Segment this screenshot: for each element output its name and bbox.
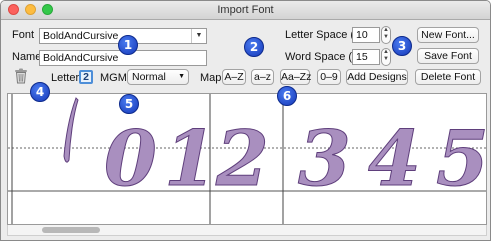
chevron-down-icon: ▼ [191, 29, 206, 43]
stepper-up-icon: ▲ [383, 49, 389, 55]
letter-space-stepper[interactable]: ▲ ▼ [381, 26, 391, 44]
window-title: Import Font [217, 4, 274, 16]
letter-input[interactable]: 2 [79, 70, 93, 84]
trash-icon[interactable] [14, 68, 28, 84]
mgm-select[interactable]: Normal ▼ [127, 69, 189, 85]
map-aa-zz-button[interactable]: Aa–Zz [280, 69, 311, 85]
new-font-button[interactable]: New Font... [417, 27, 479, 43]
map-label: Map: [200, 72, 225, 84]
stepper-up-icon: ▲ [383, 27, 389, 33]
add-designs-button[interactable]: Add Designs [346, 69, 408, 85]
word-space-stepper[interactable]: ▲ ▼ [381, 48, 391, 66]
preview-horizontal-scrollbar[interactable] [7, 225, 487, 236]
map-0-9-button[interactable]: 0–9 [317, 69, 341, 85]
stepper-down-icon: ▼ [383, 56, 389, 62]
callout-badge-3: 3 [392, 36, 412, 56]
chevron-down-icon: ▼ [178, 73, 185, 80]
import-font-window: Import Font Font BoldAndCursive ▼ Name B… [0, 0, 491, 241]
stepper-down-icon: ▼ [383, 34, 389, 40]
delete-font-button[interactable]: Delete Font [415, 69, 481, 85]
word-space-input[interactable]: 15 [352, 49, 380, 65]
scrollbar-thumb[interactable] [42, 227, 100, 233]
callout-badge-6: 6 [277, 86, 297, 106]
preview-glyph: 0 [104, 114, 158, 203]
mgm-label: MGM: [100, 72, 130, 84]
cursive-stroke-fragment [63, 97, 79, 163]
callout-badge-5: 5 [119, 94, 139, 114]
preview-glyph: 1 [164, 114, 218, 203]
callout-badge-1: 1 [118, 35, 138, 55]
preview-glyph: 4 [368, 114, 422, 203]
name-label: Name [12, 51, 42, 63]
title-bar: Import Font [1, 1, 490, 20]
name-input-value: BoldAndCursive [43, 52, 119, 64]
word-space-value: 15 [356, 51, 368, 63]
save-font-button[interactable]: Save Font [417, 48, 479, 64]
callout-badge-4: 4 [30, 82, 50, 102]
letter-space-input[interactable]: 10 [352, 27, 380, 43]
font-label: Font [12, 29, 35, 41]
font-preview-canvas[interactable]: 0 1 2 3 4 5 [7, 93, 487, 225]
letter-label: Letter [51, 72, 80, 84]
map-a-z-upper-button[interactable]: A–Z [222, 69, 246, 85]
letter-space-value: 10 [356, 29, 368, 41]
preview-glyph: 5 [436, 114, 487, 203]
font-dropdown-value: BoldAndCursive [43, 30, 119, 42]
mgm-select-value: Normal [132, 71, 166, 83]
map-a-z-lower-button[interactable]: a–z [251, 69, 274, 85]
preview-glyph: 2 [216, 114, 270, 203]
callout-badge-2: 2 [244, 37, 264, 57]
preview-glyph: 3 [298, 114, 352, 203]
